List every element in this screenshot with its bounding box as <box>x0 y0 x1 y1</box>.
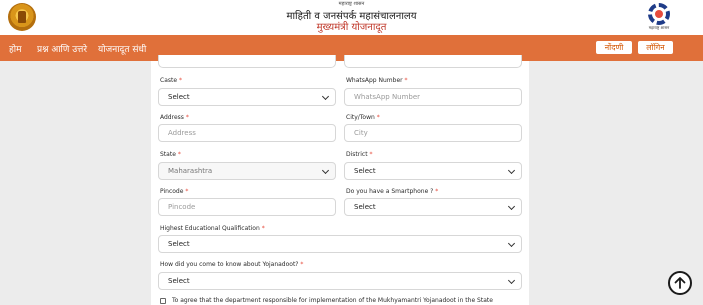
nav-faq[interactable]: प्रश्न आणि उत्तरे <box>37 42 87 55</box>
nav-home[interactable]: होम <box>9 42 22 55</box>
login-button[interactable]: लॉगिन <box>638 41 673 54</box>
state-select[interactable]: Maharashtra <box>158 162 336 180</box>
dgipr-gear-logo-icon <box>648 3 670 25</box>
pincode-input[interactable]: Pincode <box>158 198 336 216</box>
city-label: City/Town * <box>346 114 380 121</box>
smartphone-select[interactable]: Select <box>344 198 522 216</box>
education-label: Highest Educational Qualification * <box>160 225 265 232</box>
education-select[interactable]: Select <box>158 235 522 253</box>
previous-field-left[interactable] <box>158 55 336 68</box>
site-header: महाराष्ट्र शासन माहिती व जनसंपर्क महासंच… <box>0 0 703 35</box>
chevron-down-icon <box>321 166 330 175</box>
caste-value: Select <box>168 93 190 101</box>
address-input[interactable]: Address <box>158 124 336 142</box>
address-label: Address * <box>160 114 189 121</box>
dgipr-logo: महाराष्ट्र शासन <box>646 3 672 31</box>
scroll-to-top-button[interactable] <box>668 271 692 295</box>
smartphone-value: Select <box>354 203 376 211</box>
header-small-text: महाराष्ट्र शासन <box>338 1 365 7</box>
district-value: Select <box>354 167 376 175</box>
scheme-title: मुख्यमंत्री योजनादूत <box>316 22 387 33</box>
chevron-down-icon <box>507 239 516 248</box>
logo-caption: महाराष्ट्र शासन <box>648 25 670 30</box>
consent-text: To agree that the department responsible… <box>172 297 493 304</box>
whatsapp-label: WhatsApp Number * <box>346 77 408 84</box>
smartphone-label: Do you have a Smartphone ? * <box>346 188 439 195</box>
pincode-label: Pincode * <box>160 188 189 195</box>
district-select[interactable]: Select <box>344 162 522 180</box>
state-value: Maharashtra <box>168 167 213 175</box>
arrow-up-circle-icon <box>674 277 686 289</box>
source-select[interactable]: Select <box>158 272 522 290</box>
city-input[interactable]: City <box>344 124 522 142</box>
district-label: District * <box>346 151 373 158</box>
caste-label: Caste * <box>160 77 182 84</box>
state-label: State * <box>160 151 181 158</box>
education-value: Select <box>168 240 190 248</box>
whatsapp-input[interactable]: WhatsApp Number <box>344 88 522 106</box>
source-value: Select <box>168 277 190 285</box>
chevron-down-icon <box>507 166 516 175</box>
caste-select[interactable]: Select <box>158 88 336 106</box>
nav-opportunities[interactable]: योजनादूत संधी <box>98 42 146 55</box>
register-button[interactable]: नोंदणी <box>596 41 632 54</box>
chevron-down-icon <box>507 276 516 285</box>
registration-form: Caste * Select WhatsApp Number * WhatsAp… <box>151 55 529 305</box>
chevron-down-icon <box>507 202 516 211</box>
chevron-down-icon <box>321 92 330 101</box>
previous-field-right[interactable] <box>344 55 522 68</box>
source-label: How did you come to know about Yojanadoo… <box>160 261 304 268</box>
consent-checkbox[interactable] <box>160 298 166 304</box>
